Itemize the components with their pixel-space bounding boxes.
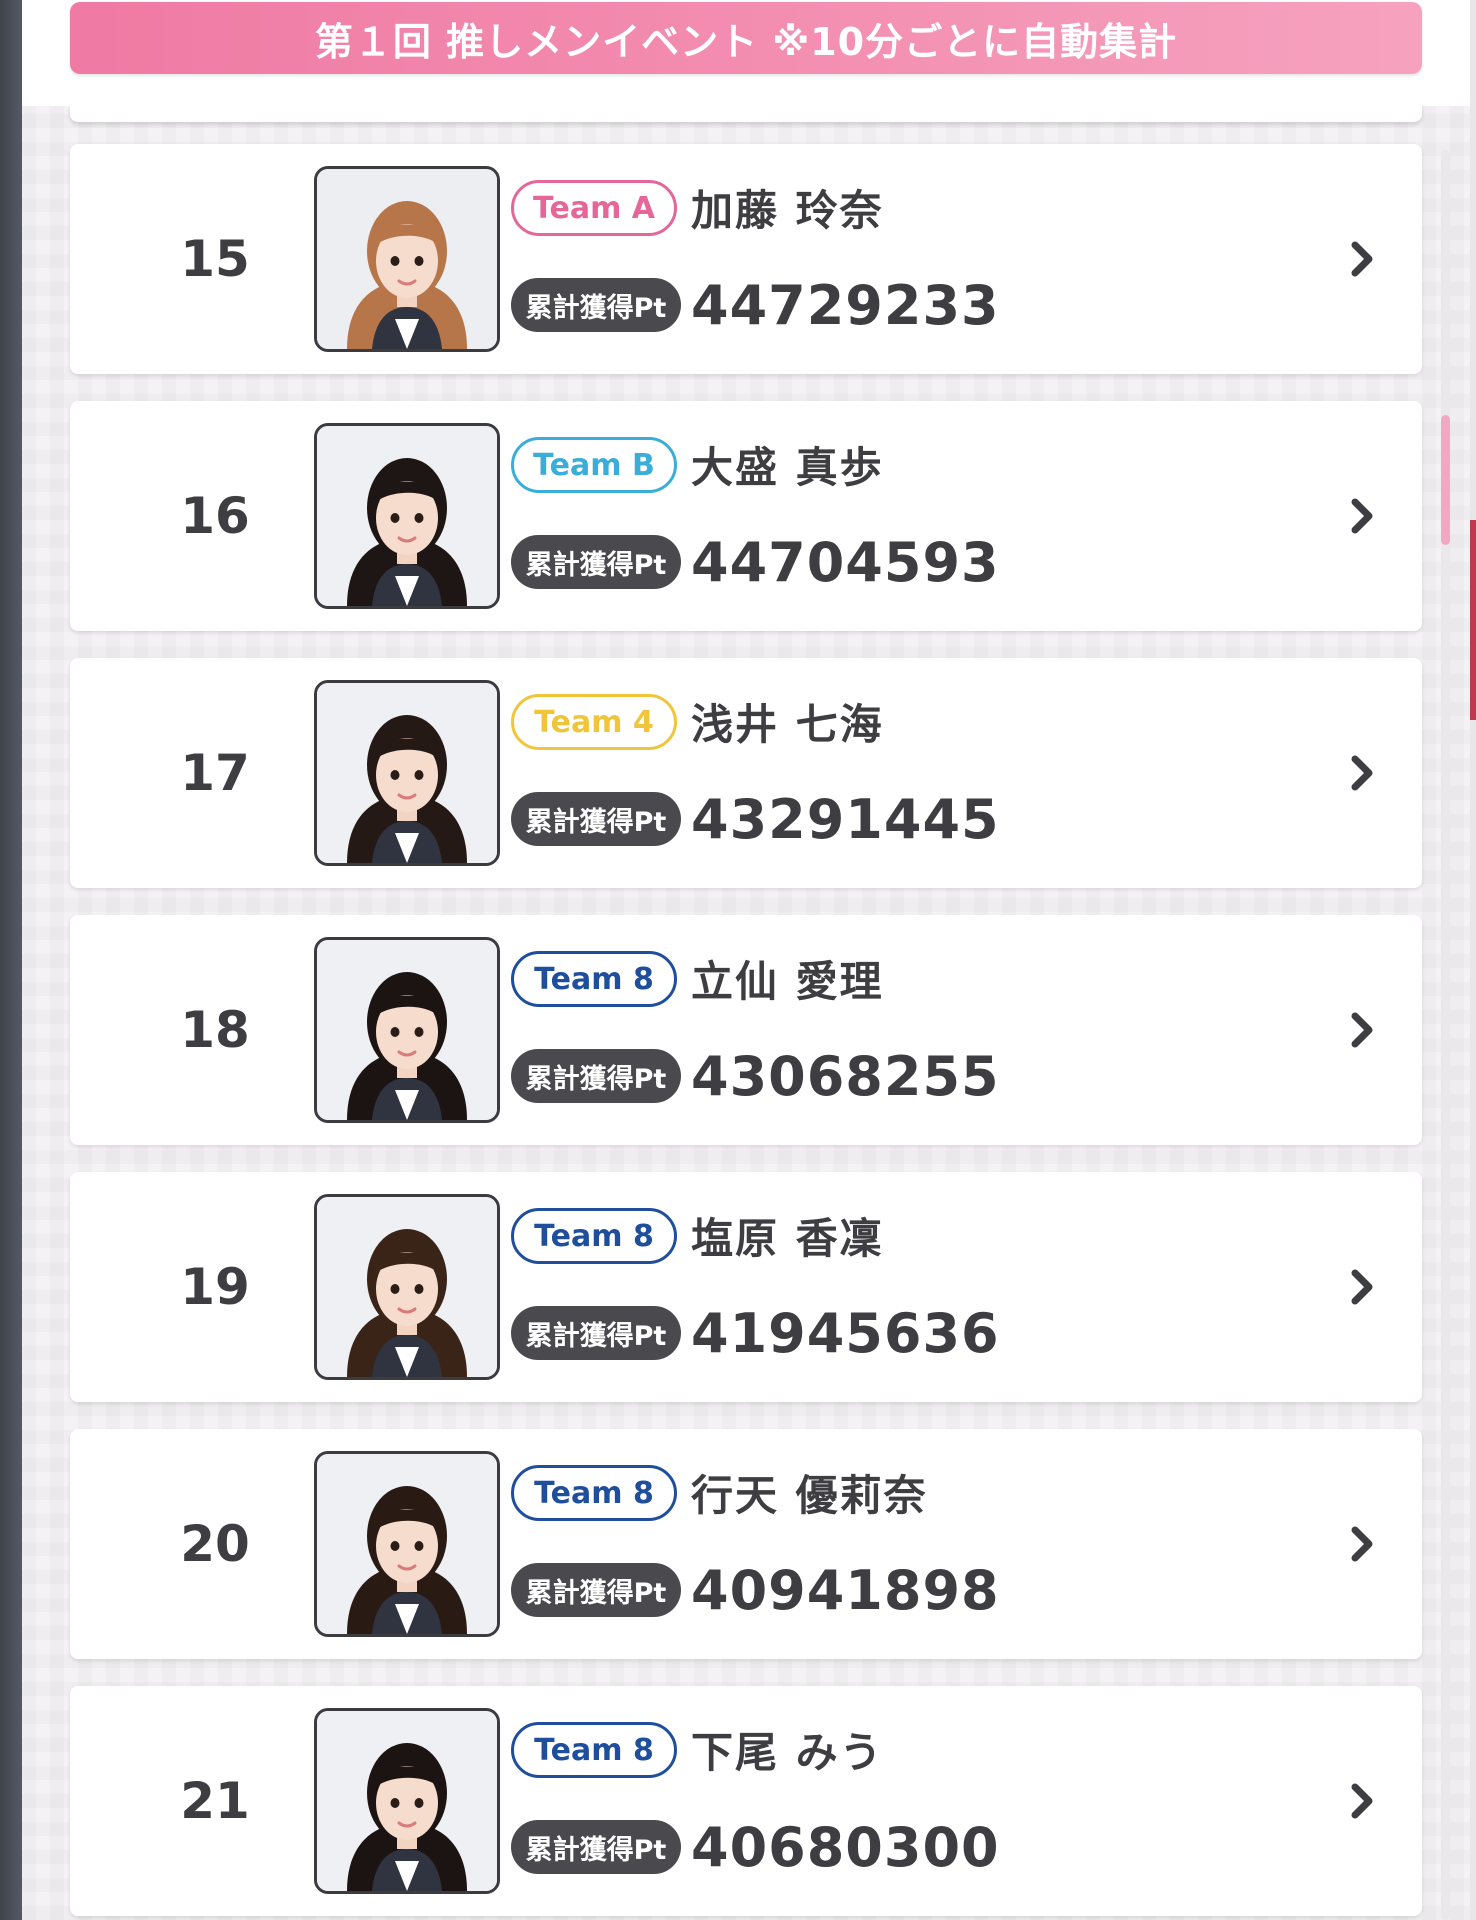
frame-accent-strip: [1470, 520, 1476, 720]
rank-number: 17: [180, 744, 250, 802]
total-points-value: 43068255: [691, 1044, 1000, 1108]
member-name: 浅井 七海: [691, 699, 884, 749]
rank-number: 19: [180, 1258, 250, 1316]
total-points-value: 44704593: [691, 530, 1000, 594]
rank-number: 16: [180, 487, 250, 545]
window-frame-left: [0, 0, 22, 1920]
rank-number: 18: [180, 1001, 250, 1059]
chevron-right-icon[interactable]: [1332, 1771, 1392, 1831]
scrollbar-thumb[interactable]: [1441, 415, 1450, 545]
total-points-value: 44729233: [691, 273, 1000, 337]
rank-number: 20: [180, 1515, 250, 1573]
member-name: 大盛 真歩: [691, 442, 884, 492]
window-frame-right: [1470, 0, 1476, 1920]
member-portrait-icon: [317, 1454, 497, 1634]
team-badge: Team 8: [511, 1465, 677, 1521]
member-photo: [314, 1451, 500, 1637]
ranking-row[interactable]: 21 Team 8 下尾 みう 累計獲得Pt 40680300: [70, 1686, 1422, 1916]
ranking-row[interactable]: 16 Team B 大盛 真歩 累計獲得Pt 44704593: [70, 401, 1422, 631]
member-name: 下尾 みう: [691, 1727, 884, 1777]
chevron-right-icon[interactable]: [1332, 1257, 1392, 1317]
team-badge: Team B: [511, 437, 677, 493]
team-badge: Team 8: [511, 1722, 677, 1778]
ranking-panel: 第１回 推しメンイベント ※10分ごとに自動集計 15 Team A 加藤 玲奈…: [22, 0, 1470, 1920]
total-points-value: 40680300: [691, 1815, 1000, 1879]
member-name: 行天 優莉奈: [691, 1470, 928, 1520]
total-points-label: 累計獲得Pt: [511, 535, 681, 589]
member-photo: [314, 680, 500, 866]
total-points-label: 累計獲得Pt: [511, 792, 681, 846]
total-points-value: 43291445: [691, 787, 1000, 851]
total-points-label: 累計獲得Pt: [511, 1306, 681, 1360]
total-points-label: 累計獲得Pt: [511, 278, 681, 332]
member-photo: [314, 1194, 500, 1380]
ranking-row[interactable]: 15 Team A 加藤 玲奈 累計獲得Pt 44729233: [70, 144, 1422, 374]
header: 第１回 推しメンイベント ※10分ごとに自動集計: [22, 0, 1470, 106]
member-portrait-icon: [317, 426, 497, 606]
chevron-right-icon[interactable]: [1332, 1514, 1392, 1574]
member-portrait-icon: [317, 940, 497, 1120]
event-title-banner: 第１回 推しメンイベント ※10分ごとに自動集計: [70, 2, 1422, 74]
team-badge: Team A: [511, 180, 677, 236]
team-badge: Team 8: [511, 951, 677, 1007]
total-points-value: 41945636: [691, 1301, 1000, 1365]
event-title-text: 第１回 推しメンイベント ※10分ごとに自動集計: [314, 19, 1178, 64]
member-photo: [314, 166, 500, 352]
rank-number: 15: [180, 230, 250, 288]
member-portrait-icon: [317, 169, 497, 349]
team-badge: Team 8: [511, 1208, 677, 1264]
member-photo: [314, 423, 500, 609]
chevron-right-icon[interactable]: [1332, 743, 1392, 803]
member-name: 塩原 香凜: [691, 1213, 884, 1263]
chevron-right-icon[interactable]: [1332, 486, 1392, 546]
member-portrait-icon: [317, 683, 497, 863]
team-badge: Team 4: [511, 694, 677, 750]
total-points-label: 累計獲得Pt: [511, 1563, 681, 1617]
total-points-value: 40941898: [691, 1558, 1000, 1622]
rank-number: 21: [180, 1772, 250, 1830]
ranking-row[interactable]: 18 Team 8 立仙 愛理 累計獲得Pt 43068255: [70, 915, 1422, 1145]
ranking-row[interactable]: 20 Team 8 行天 優莉奈 累計獲得Pt 40941898: [70, 1429, 1422, 1659]
total-points-label: 累計獲得Pt: [511, 1820, 681, 1874]
member-name: 立仙 愛理: [691, 956, 884, 1006]
chevron-right-icon[interactable]: [1332, 1000, 1392, 1060]
member-photo: [314, 1708, 500, 1894]
member-photo: [314, 937, 500, 1123]
member-portrait-icon: [317, 1711, 497, 1891]
chevron-right-icon[interactable]: [1332, 229, 1392, 289]
previous-ranking-card-edge[interactable]: [70, 104, 1422, 122]
total-points-label: 累計獲得Pt: [511, 1049, 681, 1103]
member-name: 加藤 玲奈: [691, 185, 884, 235]
ranking-row[interactable]: 17 Team 4 浅井 七海 累計獲得Pt 43291445: [70, 658, 1422, 888]
member-portrait-icon: [317, 1197, 497, 1377]
ranking-row[interactable]: 19 Team 8 塩原 香凜 累計獲得Pt 41945636: [70, 1172, 1422, 1402]
ranking-list: 15 Team A 加藤 玲奈 累計獲得Pt 44729233 16 Team …: [70, 144, 1422, 1920]
